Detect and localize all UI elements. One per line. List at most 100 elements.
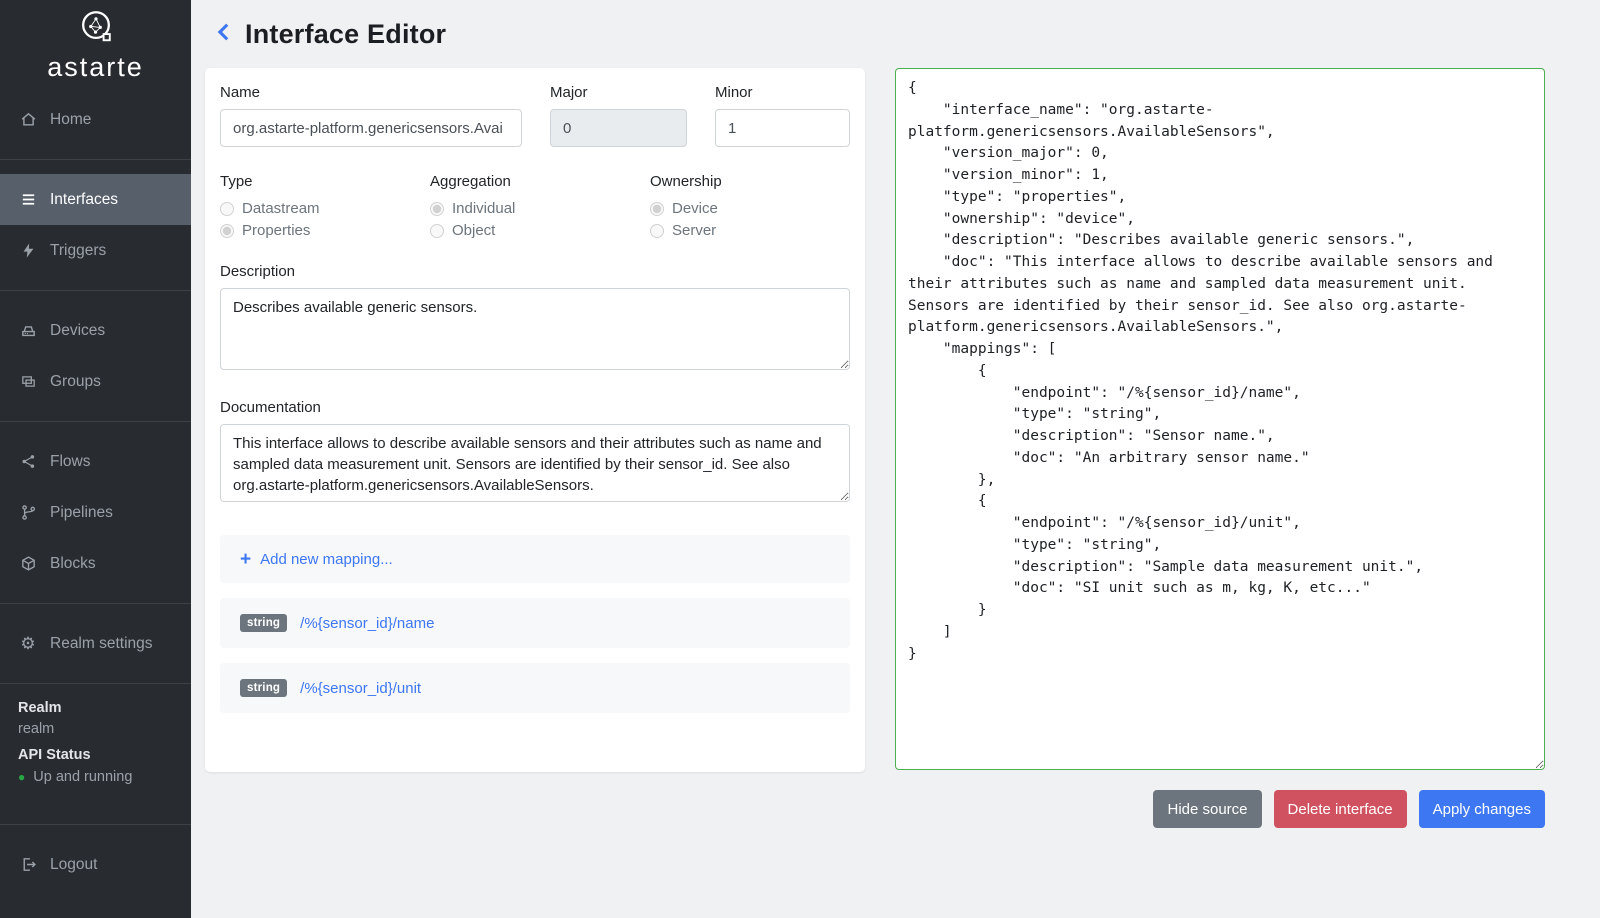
sidebar-item-label: Home [50, 111, 91, 129]
page-header: Interface Editor [213, 14, 1545, 54]
mapping-type-badge: string [240, 614, 287, 632]
radio-label: Object [452, 222, 495, 239]
divider [0, 603, 191, 604]
brand-name: astarte [47, 52, 144, 83]
radio-groups-row: Type Datastream Properties Aggregation [220, 173, 850, 239]
radio-label: Server [672, 222, 716, 239]
ownership-label: Ownership [650, 173, 850, 190]
sidebar-item-label: Pipelines [50, 504, 113, 522]
divider [0, 421, 191, 422]
sidebar-item-groups[interactable]: Groups [0, 356, 191, 407]
groups-icon [18, 372, 38, 392]
description-label: Description [220, 263, 850, 280]
device-radio[interactable] [650, 202, 664, 216]
astarte-logo[interactable]: astarte [0, 0, 191, 82]
sidebar-item-label: Interfaces [50, 191, 118, 209]
add-mapping-label: Add new mapping... [260, 551, 393, 568]
interface-source-editor[interactable]: { "interface_name": "org.astarte-platfor… [895, 68, 1545, 770]
page-title: Interface Editor [245, 19, 446, 50]
sidebar-nav: Home Interfaces Triggers Device [0, 94, 191, 698]
logout-icon [18, 855, 38, 875]
properties-radio[interactable] [220, 224, 234, 238]
aggregation-label: Aggregation [430, 173, 650, 190]
server-radio[interactable] [650, 224, 664, 238]
ownership-option-server[interactable]: Server [650, 222, 850, 239]
pipelines-icon [18, 503, 38, 523]
delete-interface-button[interactable]: Delete interface [1274, 790, 1407, 828]
astarte-logo-icon [77, 7, 115, 50]
mapping-row-name[interactable]: string /%{sensor_id}/name [220, 598, 850, 648]
radio-label: Properties [242, 222, 310, 239]
interfaces-list-icon [18, 190, 38, 210]
content: Name Major Minor Type [205, 68, 1545, 828]
divider [0, 290, 191, 291]
sidebar-item-flows[interactable]: Flows [0, 436, 191, 487]
flows-icon [18, 452, 38, 472]
datastream-radio[interactable] [220, 202, 234, 216]
mapping-endpoint-link[interactable]: /%{sensor_id}/name [300, 615, 434, 632]
divider [0, 824, 191, 825]
name-input[interactable] [220, 109, 522, 147]
type-label: Type [220, 173, 430, 190]
status-dot-icon: ● [18, 771, 25, 783]
sidebar-item-label: Groups [50, 373, 101, 391]
apply-changes-button[interactable]: Apply changes [1419, 790, 1545, 828]
devices-icon [18, 321, 38, 341]
realm-info: Realm realm API Status ● Up and running [0, 698, 191, 785]
type-option-datastream[interactable]: Datastream [220, 200, 430, 217]
aggregation-option-object[interactable]: Object [430, 222, 650, 239]
radio-label: Device [672, 200, 718, 217]
back-chevron-icon [213, 19, 235, 50]
object-radio[interactable] [430, 224, 444, 238]
individual-radio[interactable] [430, 202, 444, 216]
sidebar-item-devices[interactable]: Devices [0, 305, 191, 356]
api-status: ● Up and running [18, 769, 173, 785]
api-status-value: Up and running [33, 769, 132, 785]
app-root: astarte Home Interfaces Triggers [0, 0, 1600, 918]
mapping-endpoint-link[interactable]: /%{sensor_id}/unit [300, 680, 421, 697]
sidebar-item-realm-settings[interactable]: ⚙ Realm settings [0, 618, 191, 669]
sidebar-item-interfaces[interactable]: Interfaces [0, 174, 191, 225]
source-panel: { "interface_name": "org.astarte-platfor… [895, 68, 1545, 828]
sidebar-item-label: Triggers [50, 242, 106, 260]
sidebar-item-pipelines[interactable]: Pipelines [0, 487, 191, 538]
major-input[interactable] [550, 109, 687, 147]
documentation-textarea[interactable]: This interface allows to describe availa… [220, 424, 850, 502]
ownership-option-device[interactable]: Device [650, 200, 850, 217]
mapping-row-unit[interactable]: string /%{sensor_id}/unit [220, 663, 850, 713]
ownership-group: Ownership Device Server [650, 173, 850, 239]
type-option-properties[interactable]: Properties [220, 222, 430, 239]
aggregation-option-individual[interactable]: Individual [430, 200, 650, 217]
add-mapping-button[interactable]: + Add new mapping... [220, 535, 850, 583]
sidebar-item-triggers[interactable]: Triggers [0, 225, 191, 276]
documentation-label: Documentation [220, 399, 850, 416]
radio-label: Individual [452, 200, 515, 217]
back-button[interactable] [213, 19, 235, 50]
main-area: Interface Editor Name Major Minor [191, 0, 1600, 918]
logout-label: Logout [50, 856, 97, 874]
realm-label: Realm [18, 700, 173, 716]
bolt-icon [18, 241, 38, 261]
realm-name: realm [18, 721, 173, 737]
sidebar-item-label: Blocks [50, 555, 96, 573]
minor-input[interactable] [715, 109, 850, 147]
name-version-row: Name Major Minor [220, 84, 850, 147]
home-icon [18, 110, 38, 130]
sidebar-item-label: Flows [50, 453, 90, 471]
name-label: Name [220, 84, 522, 101]
sidebar-item-home[interactable]: Home [0, 94, 191, 145]
divider [0, 159, 191, 160]
sidebar: astarte Home Interfaces Triggers [0, 0, 191, 918]
plus-icon: + [240, 550, 251, 569]
description-textarea[interactable]: Describes available generic sensors. [220, 288, 850, 370]
minor-label: Minor [715, 84, 850, 101]
api-status-label: API Status [18, 747, 173, 763]
sidebar-item-blocks[interactable]: Blocks [0, 538, 191, 589]
documentation-field: Documentation This interface allows to d… [220, 399, 850, 507]
hide-source-button[interactable]: Hide source [1153, 790, 1261, 828]
sidebar-item-label: Realm settings [50, 635, 153, 653]
divider [0, 683, 191, 684]
action-buttons: Hide source Delete interface Apply chang… [895, 790, 1545, 828]
logout-button[interactable]: Logout [0, 839, 191, 890]
description-field: Description Describes available generic … [220, 263, 850, 375]
